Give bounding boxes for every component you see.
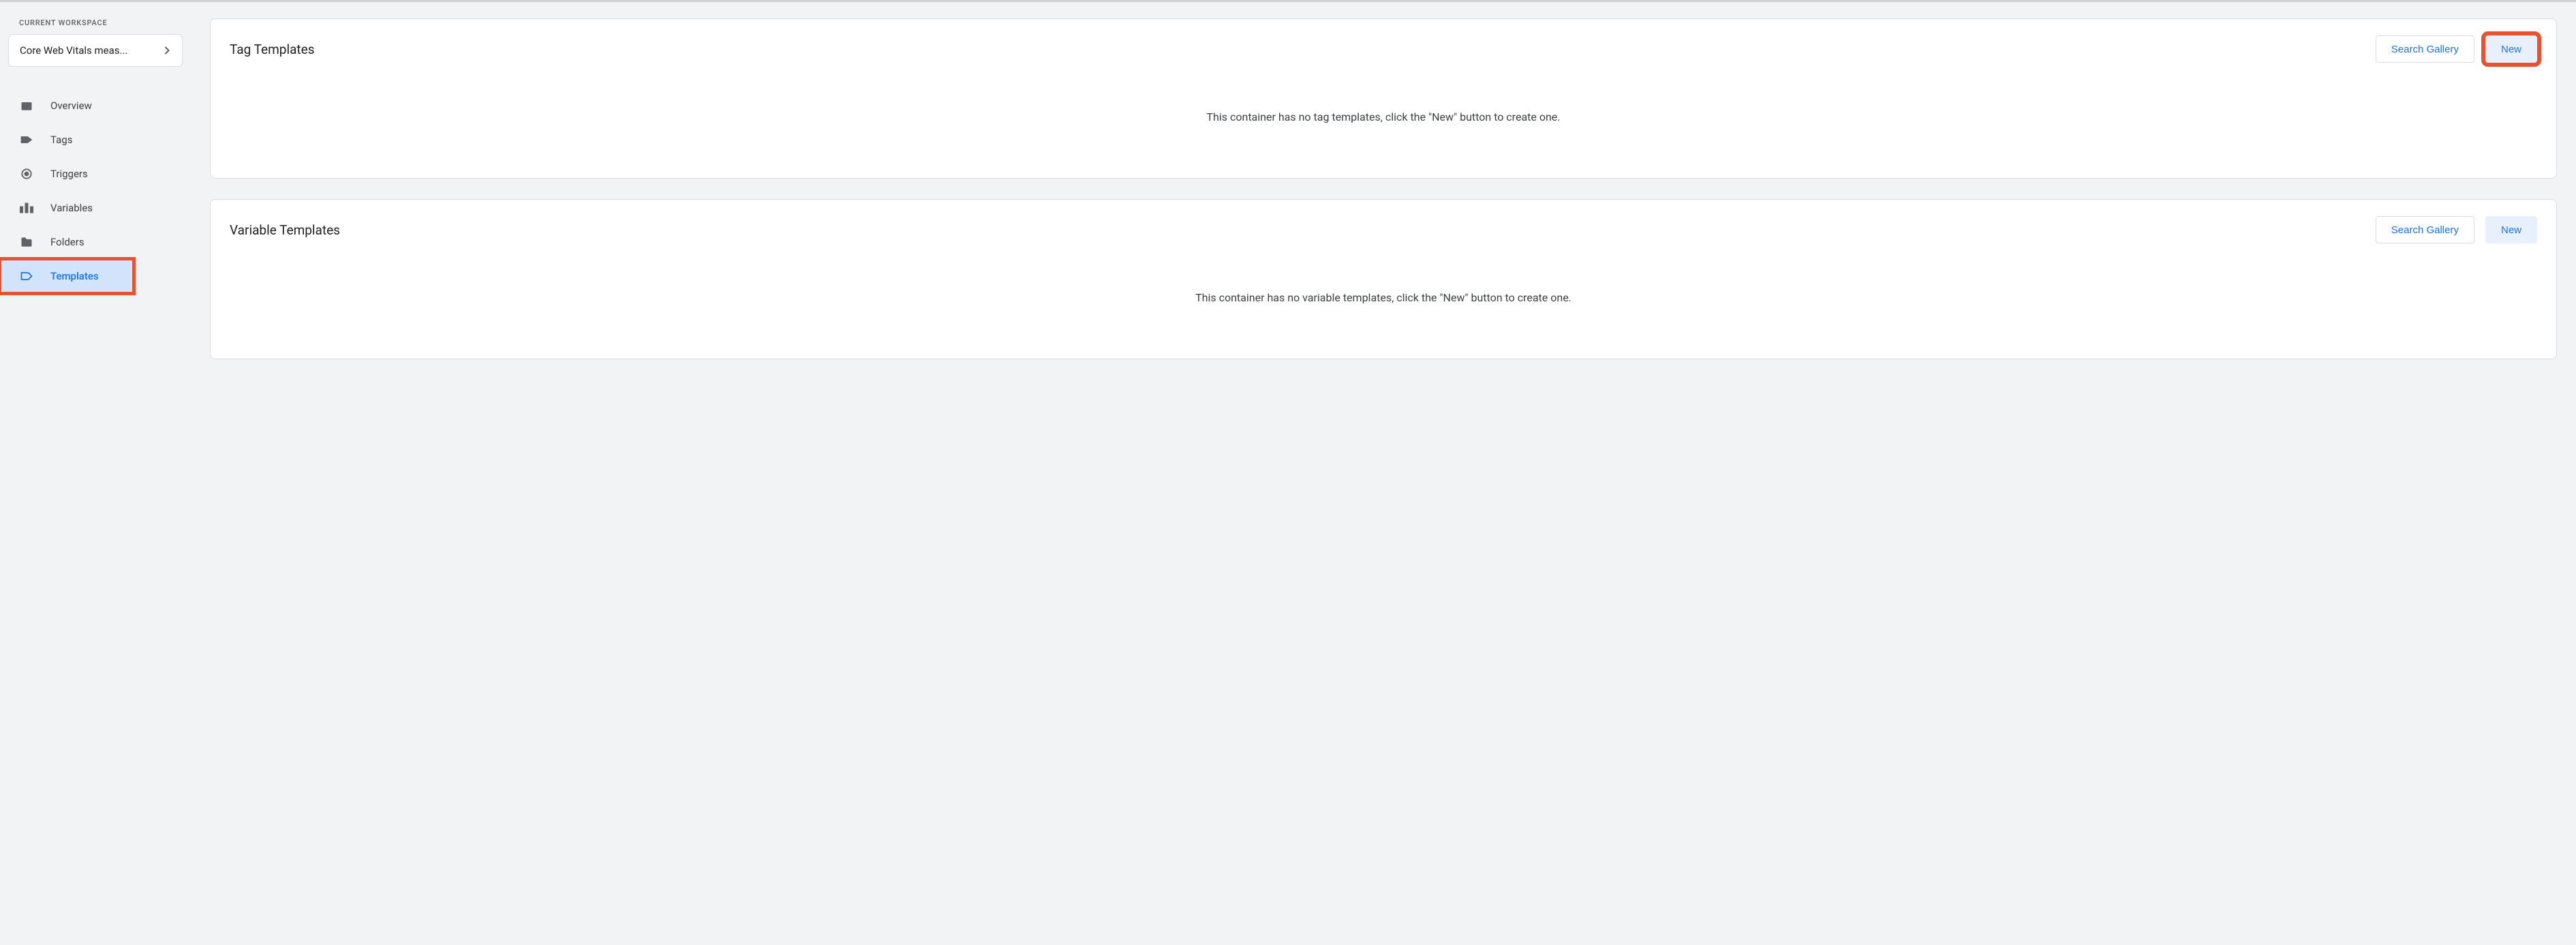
folder-icon <box>19 235 34 250</box>
sidebar-item-label: Templates <box>50 270 99 282</box>
dashboard-icon <box>19 98 34 113</box>
panel-title: Tag Templates <box>230 42 315 57</box>
panel-header: Tag Templates Search Gallery New <box>230 35 2537 63</box>
sidebar-item-label: Overview <box>50 100 92 112</box>
workspace-name: Core Web Vitals meas... <box>20 44 127 57</box>
new-variable-template-button[interactable]: New <box>2485 216 2537 243</box>
template-icon <box>19 269 34 284</box>
sidebar-nav: Overview Tags Triggers Variables <box>0 89 191 293</box>
panel-buttons: Search Gallery New <box>2376 35 2537 63</box>
sidebar-item-tags[interactable]: Tags <box>0 123 183 157</box>
tag-icon <box>19 132 34 147</box>
target-icon <box>19 166 34 181</box>
chevron-right-icon <box>160 44 174 57</box>
sidebar-item-label: Folders <box>50 236 85 248</box>
new-tag-template-button[interactable]: New <box>2485 35 2537 63</box>
empty-state-message: This container has no tag templates, cli… <box>230 110 2537 123</box>
panel-title: Variable Templates <box>230 222 340 238</box>
main-content: Tag Templates Search Gallery New This co… <box>191 2 2576 945</box>
panel-tag-templates: Tag Templates Search Gallery New This co… <box>210 18 2557 179</box>
sidebar: CURRENT WORKSPACE Core Web Vitals meas..… <box>0 2 191 945</box>
sidebar-item-label: Tags <box>50 134 72 146</box>
workspace-heading: CURRENT WORKSPACE <box>0 18 191 34</box>
panel-header: Variable Templates Search Gallery New <box>230 216 2537 243</box>
workspace-picker[interactable]: Core Web Vitals meas... <box>8 34 183 67</box>
sidebar-item-variables[interactable]: Variables <box>0 191 183 225</box>
panel-variable-templates: Variable Templates Search Gallery New Th… <box>210 199 2557 359</box>
sidebar-item-templates[interactable]: Templates <box>0 259 134 293</box>
sidebar-item-triggers[interactable]: Triggers <box>0 157 183 191</box>
app-root: CURRENT WORKSPACE Core Web Vitals meas..… <box>0 0 2576 945</box>
search-gallery-button[interactable]: Search Gallery <box>2376 35 2474 63</box>
search-gallery-button[interactable]: Search Gallery <box>2376 216 2474 243</box>
sidebar-item-folders[interactable]: Folders <box>0 225 183 259</box>
empty-state-message: This container has no variable templates… <box>230 291 2537 304</box>
panel-buttons: Search Gallery New <box>2376 216 2537 243</box>
sidebar-item-label: Triggers <box>50 168 88 180</box>
sidebar-item-label: Variables <box>50 202 93 214</box>
sidebar-item-overview[interactable]: Overview <box>0 89 183 123</box>
blocks-icon <box>19 200 34 215</box>
